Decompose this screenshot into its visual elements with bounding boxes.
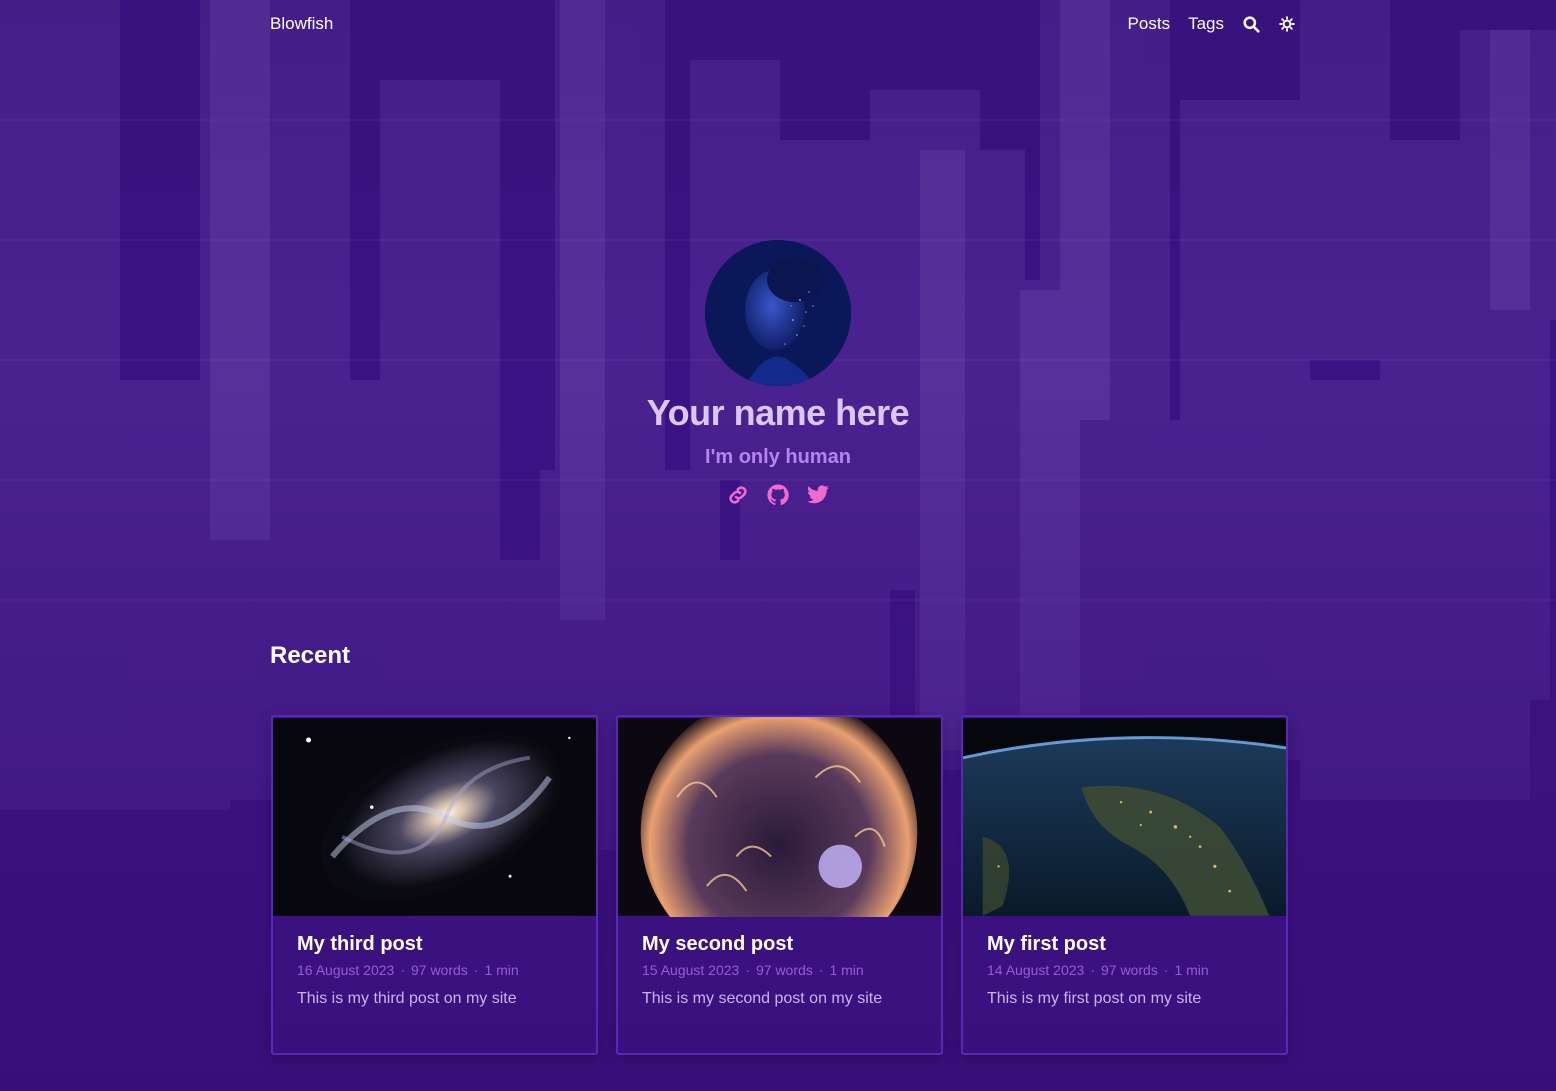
card-body: My first post 14 August 2023 · 97 words … [963,917,1286,1008]
post-date: 15 August 2023 [642,962,740,978]
meta-separator: · [400,962,405,978]
post-reading-time: 1 min [1174,962,1209,978]
nav-menu: Posts Tags [1128,14,1296,34]
top-navbar: Blowfish Posts Tags [0,0,1556,48]
post-summary: This is my first post on my site [987,990,1202,1007]
github-icon[interactable] [766,483,790,507]
post-reading-time: 1 min [484,962,519,978]
post-summary: This is my second post on my site [642,990,883,1007]
recent-posts-grid: My third post 16 August 2023 · 97 words … [271,715,1288,1055]
recent-heading: Recent [270,642,351,669]
twitter-icon[interactable] [806,483,830,507]
post-meta: 14 August 2023 · 97 words · 1 min [987,962,1264,978]
post-reading-time: 1 min [829,962,864,978]
social-links [0,483,1556,507]
post-title[interactable]: My third post [297,933,574,956]
post-thumbnail-galaxy [273,718,596,916]
post-thumbnail-sun [618,717,941,917]
meta-separator: · [818,962,824,978]
card-body: My second post 15 August 2023 · 97 words… [618,917,941,1008]
post-card[interactable]: My first post 14 August 2023 · 97 words … [961,715,1288,1055]
meta-separator: · [1163,962,1169,978]
card-body: My third post 16 August 2023 · 97 words … [273,917,596,1008]
meta-separator: · [473,962,479,978]
meta-separator: · [1090,962,1095,978]
post-thumbnail-earth [963,718,1286,916]
post-card[interactable]: My third post 16 August 2023 · 97 words … [271,715,598,1055]
post-word-count: 97 words [410,962,468,978]
post-date: 14 August 2023 [987,962,1085,978]
post-title[interactable]: My second post [642,933,919,956]
post-title[interactable]: My first post [987,933,1264,956]
post-meta: 15 August 2023 · 97 words · 1 min [642,962,919,978]
meta-separator: · [745,962,750,978]
search-icon[interactable] [1242,15,1260,33]
profile-headline: I'm only human [705,446,851,468]
nav-link-tags[interactable]: Tags [1188,14,1224,34]
post-card[interactable]: My second post 15 August 2023 · 97 words… [616,715,943,1055]
post-word-count: 97 words [755,962,813,978]
profile-hero: Your name here I'm only human [0,240,1556,507]
nav-link-posts[interactable]: Posts [1128,14,1171,34]
profile-name: Your name here [646,392,910,433]
avatar [705,240,851,386]
post-date: 16 August 2023 [297,962,395,978]
link-icon[interactable] [726,483,750,507]
site-brand-link[interactable]: Blowfish [270,14,333,34]
theme-toggle-icon[interactable] [1278,15,1296,33]
post-summary: This is my third post on my site [297,990,517,1007]
post-word-count: 97 words [1100,962,1158,978]
post-meta: 16 August 2023 · 97 words · 1 min [297,962,574,978]
